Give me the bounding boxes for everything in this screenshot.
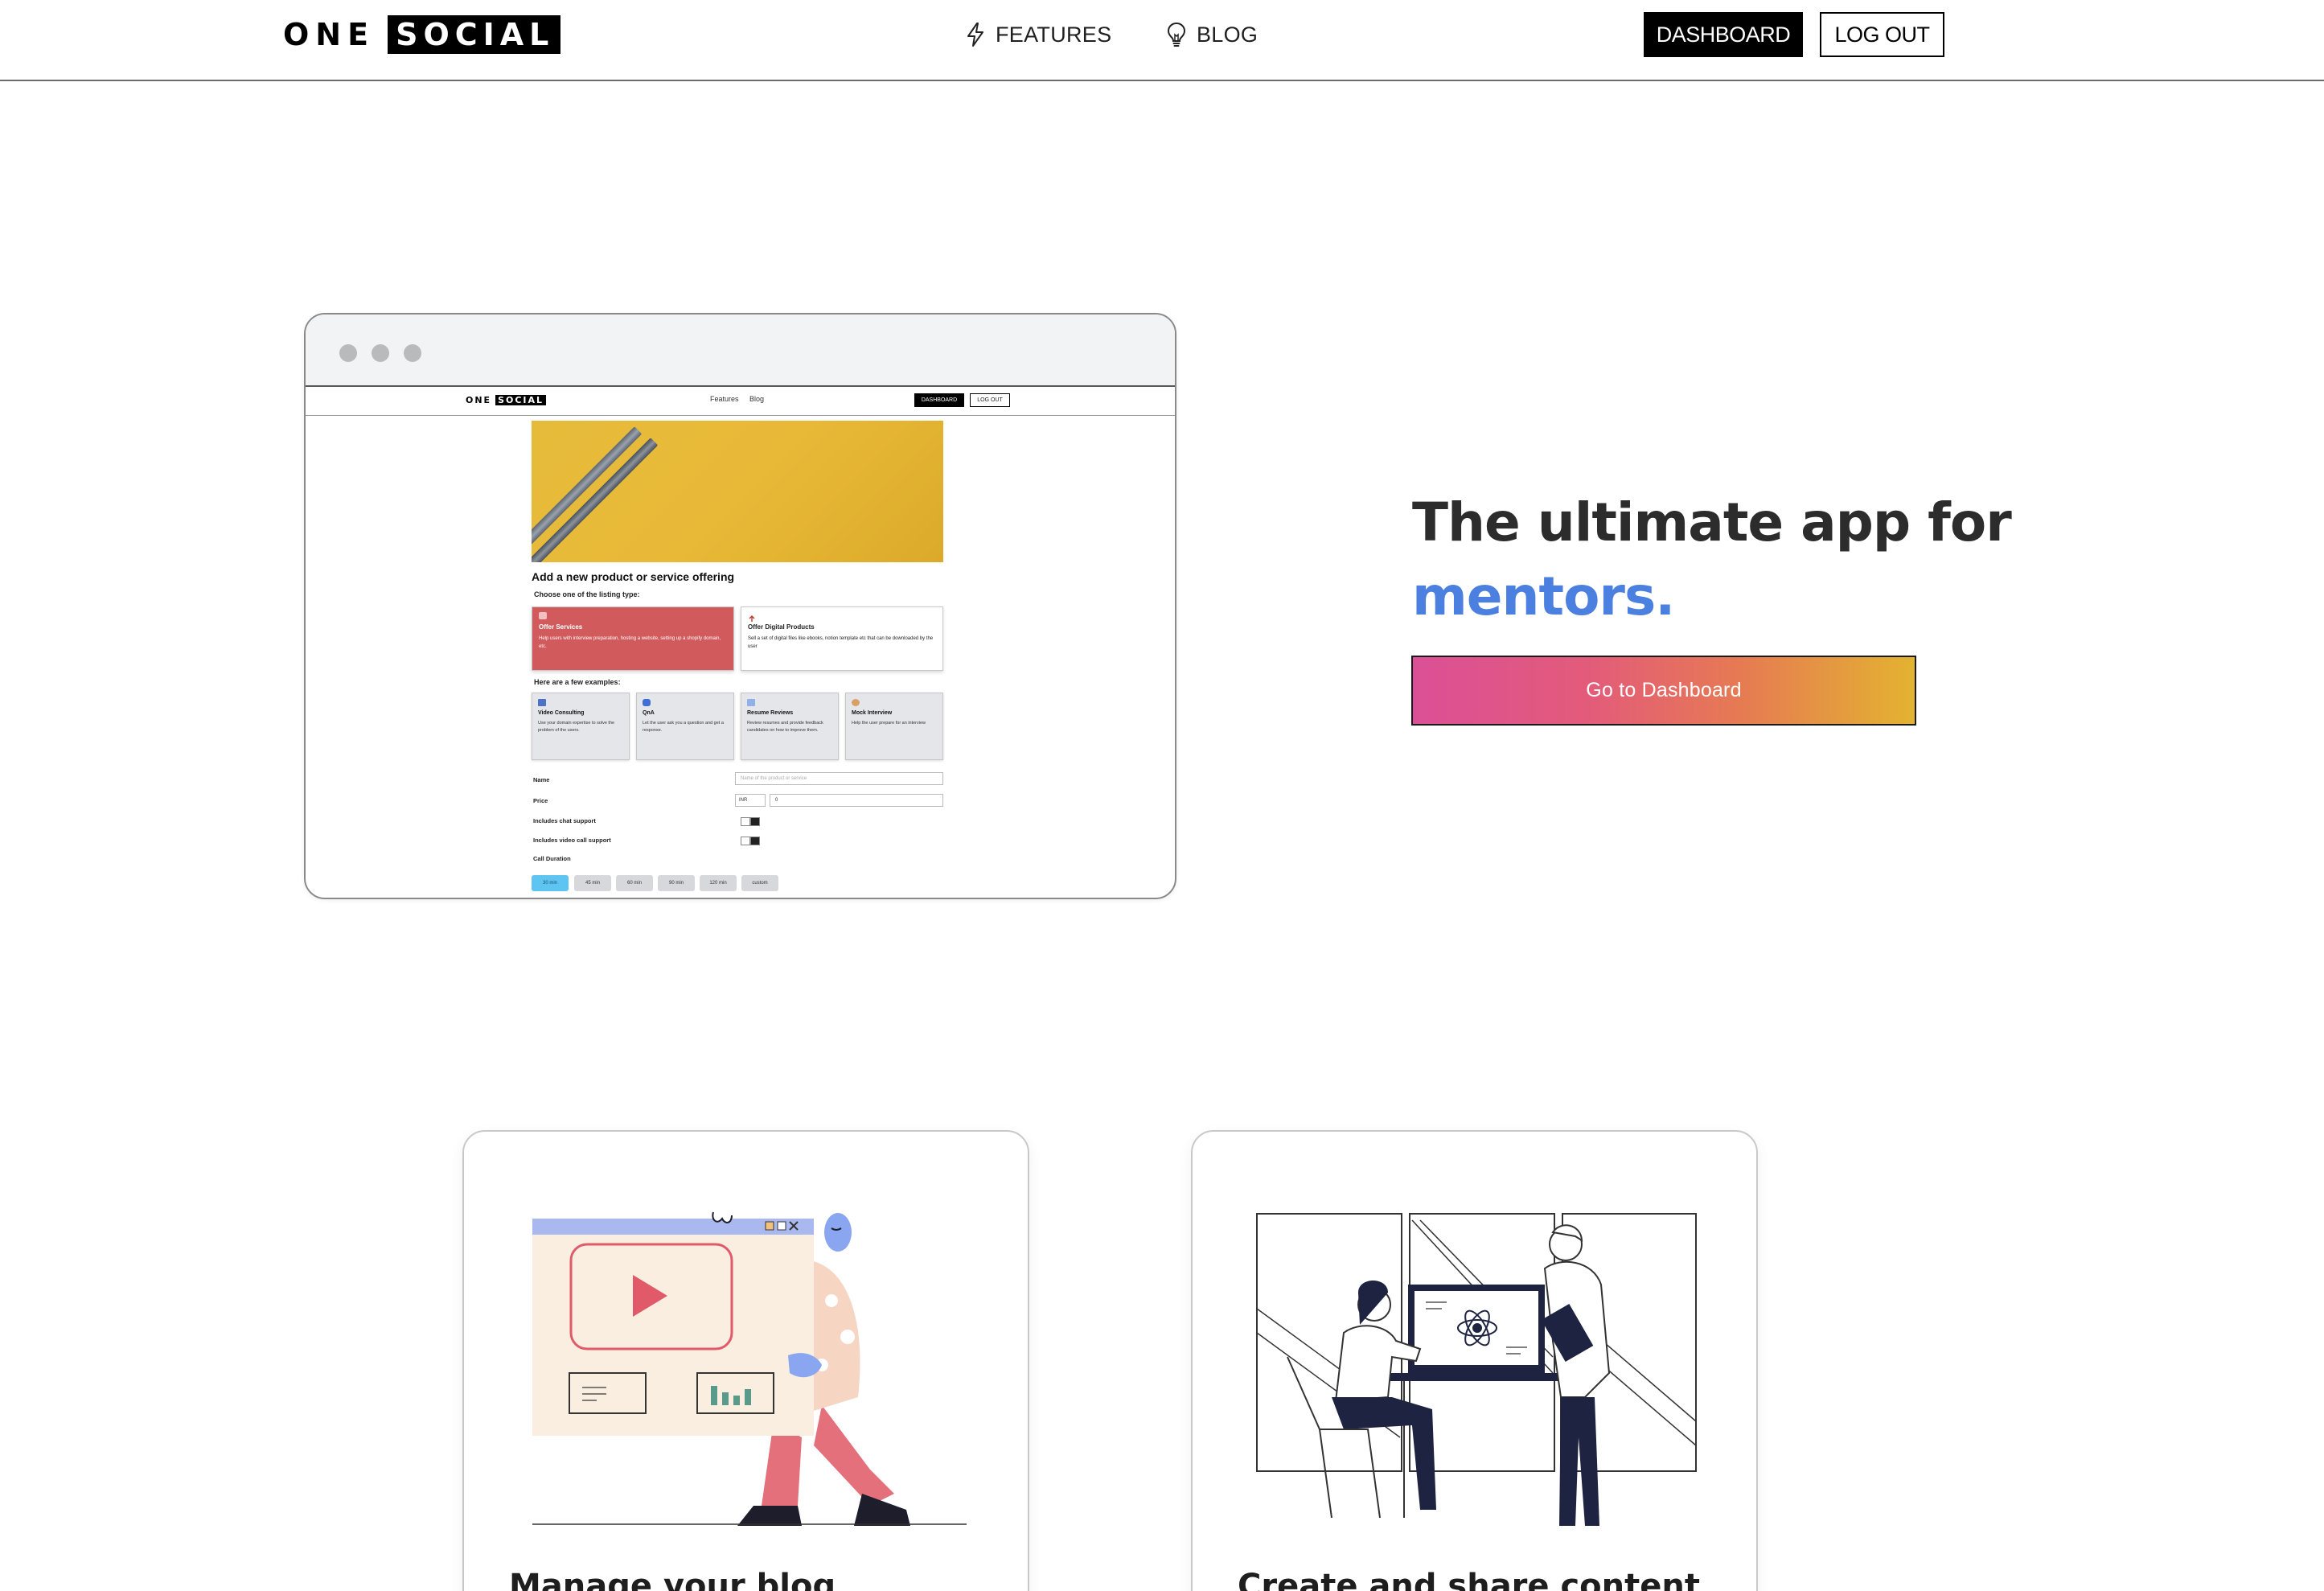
preview-logo-one: ONE — [466, 395, 492, 405]
scientist-workstation-illustration — [1256, 1213, 1697, 1526]
preview-example-title: Resume Reviews — [747, 710, 794, 716]
feature-card-title: Create and share content — [1238, 1568, 1700, 1591]
go-to-dashboard-button[interactable]: Go to Dashboard — [1411, 656, 1916, 726]
preview-example-card: Video Consulting Use your domain experti… — [532, 693, 630, 760]
preview-chat-label: Includes chat support — [533, 817, 596, 824]
browser-titlebar — [306, 314, 1175, 387]
app-preview-browser-mockup: ONE SOCIAL Features Blog DASHBOARD LOG O… — [304, 313, 1176, 899]
preview-duration-label: Call Duration — [533, 855, 571, 862]
preview-example-title: QnA — [643, 710, 655, 716]
preview-example-title: Mock Interview — [852, 710, 893, 716]
window-dot-icon — [372, 344, 389, 362]
preview-price-label: Price — [533, 797, 548, 804]
preview-card-title: Offer Digital Products — [748, 623, 815, 631]
preview-chat-toggle — [741, 817, 761, 826]
preview-example-title: Video Consulting — [538, 710, 585, 716]
lightning-icon — [967, 23, 983, 47]
preview-offer-services-card: Offer Services Help users with interview… — [532, 606, 734, 671]
preview-form-title: Add a new product or service offering — [532, 570, 735, 583]
preview-logo-social: SOCIAL — [495, 395, 547, 405]
pencil-image — [532, 438, 659, 562]
dashboard-button[interactable]: DASHBOARD — [1644, 12, 1803, 57]
preview-examples-prompt: Here are a few examples: — [534, 678, 621, 686]
preview-listing-prompt: Choose one of the listing type: — [534, 590, 640, 598]
preview-duration-option: 45 min — [574, 875, 611, 891]
services-icon — [539, 612, 547, 619]
preview-navbar: ONE SOCIAL Features Blog DASHBOARD LOG O… — [306, 387, 1175, 416]
preview-currency-select: INR — [735, 794, 766, 807]
preview-example-card: Resume Reviews Review resumes and provid… — [741, 693, 839, 760]
preview-duration-option: 120 min — [700, 875, 737, 891]
document-icon — [747, 699, 755, 706]
preview-duration-option: custom — [741, 875, 778, 891]
logout-button[interactable]: LOG OUT — [1820, 12, 1944, 57]
preview-duration-option: 30 min — [532, 875, 569, 891]
preview-example-desc: Let the user ask you a question and get … — [643, 721, 724, 733]
nav-blog-link[interactable]: BLOG — [1166, 16, 1258, 53]
preview-logo: ONE SOCIAL — [466, 395, 547, 405]
hero-title-line: The ultimate app for — [1412, 491, 2012, 553]
preview-nav-blog: Blog — [749, 395, 765, 403]
preview-example-desc: Review resumes and provide feedback cand… — [747, 721, 823, 733]
nav-blog-label: BLOG — [1197, 22, 1258, 47]
preview-offer-digital-card: Offer Digital Products Sell a set of dig… — [741, 606, 943, 671]
top-navbar: ONE SOCIAL FEATURES BLOG DASHBOARD LOG O… — [0, 0, 2324, 81]
preview-hero-image — [532, 421, 943, 562]
feature-card-blog[interactable]: Manage your blog — [462, 1130, 1029, 1591]
preview-video-label: Includes video call support — [533, 837, 611, 844]
logo-one-text: ONE — [283, 17, 376, 52]
preview-example-desc: Use your domain expertise to solve the p… — [538, 721, 615, 733]
hero-title-accent: mentors. — [1412, 565, 1675, 627]
video-icon — [538, 699, 546, 706]
preview-price-input: 0 — [770, 794, 943, 807]
chat-icon — [643, 699, 651, 706]
nav-features-link[interactable]: FEATURES — [965, 16, 1111, 53]
upload-icon — [748, 612, 756, 622]
hero-title: The ultimate app for mentors. — [1412, 486, 2012, 634]
preview-video-toggle — [741, 837, 761, 845]
preview-card-desc: Help users with interview preparation, h… — [539, 636, 721, 649]
preview-example-card: Mock Interview Help the user prepare for… — [845, 693, 943, 760]
feature-card-content[interactable]: Create and share content — [1191, 1130, 1758, 1591]
onesocial-logo[interactable]: ONE SOCIAL — [283, 15, 561, 54]
preview-duration-option: 90 min — [658, 875, 695, 891]
preview-logout-button: LOG OUT — [970, 393, 1010, 407]
preview-duration-option: 60 min — [616, 875, 653, 891]
lightbulb-icon — [1167, 22, 1186, 47]
person-icon — [852, 699, 860, 706]
preview-name-label: Name — [533, 776, 550, 783]
logo-social-text: SOCIAL — [388, 15, 561, 54]
nav-features-label: FEATURES — [996, 22, 1112, 47]
feature-card-title: Manage your blog — [509, 1568, 836, 1591]
preview-name-input: Name of the product or service — [735, 772, 943, 785]
window-dot-icon — [404, 344, 421, 362]
preview-nav-features: Features — [710, 395, 739, 403]
preview-card-title: Offer Services — [539, 623, 583, 631]
preview-card-desc: Sell a set of digital files like ebooks,… — [748, 636, 934, 649]
video-content-illustration — [532, 1211, 967, 1526]
preview-dashboard-button: DASHBOARD — [914, 393, 964, 407]
window-dot-icon — [339, 344, 357, 362]
preview-example-desc: Help the user prepare for an interview — [852, 721, 926, 726]
preview-example-card: QnA Let the user ask you a question and … — [636, 693, 734, 760]
